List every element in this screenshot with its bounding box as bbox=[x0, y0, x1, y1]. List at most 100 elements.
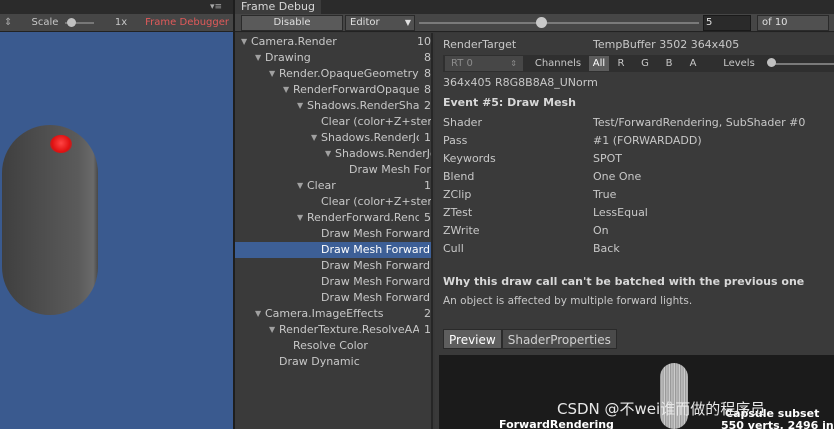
spot-light-highlight bbox=[50, 135, 72, 153]
tree-row[interactable]: Clear (color+Z+stencil) bbox=[235, 194, 431, 210]
tree-row-label: Resolve Color bbox=[293, 339, 368, 352]
tree-row-count: 8 bbox=[424, 83, 431, 96]
property-value: SPOT bbox=[593, 152, 622, 165]
property-key: Keywords bbox=[443, 152, 496, 165]
expand-arrow-icon[interactable]: ▼ bbox=[255, 306, 261, 322]
tree-row-count: 2 bbox=[424, 99, 431, 112]
tree-row[interactable]: ▼ Clear 1 bbox=[235, 178, 431, 194]
levels-label: Levels bbox=[723, 58, 755, 69]
tab-shader-properties[interactable]: ShaderProperties bbox=[501, 329, 617, 349]
tree-row-count: 1 bbox=[424, 131, 431, 144]
property-value: LessEqual bbox=[593, 206, 648, 219]
preview-stats: 550 verts, 2496 in bbox=[721, 419, 834, 429]
event-slider-handle[interactable] bbox=[536, 17, 547, 28]
event-number-field[interactable]: 5 bbox=[703, 15, 751, 31]
tree-row[interactable]: ▼ Shadows.RenderJobDir bbox=[235, 146, 431, 162]
tree-row[interactable]: Draw Mesh Forward bbox=[235, 162, 431, 178]
channel-g-button[interactable]: G bbox=[635, 56, 655, 71]
tree-row-label: Clear (color+Z+stencil) bbox=[321, 195, 431, 208]
tree-row[interactable]: ▼ Render.OpaqueGeometry 8 bbox=[235, 66, 431, 82]
expand-arrow-icon[interactable]: ▼ bbox=[325, 146, 331, 162]
tree-row[interactable]: Draw Mesh Forward bbox=[235, 258, 431, 274]
property-value: Back bbox=[593, 242, 620, 255]
resolution-dropdown[interactable]: ⇕ bbox=[0, 17, 27, 28]
frame-debug-tab[interactable]: Frame Debug bbox=[235, 0, 321, 14]
expand-arrow-icon[interactable]: ▼ bbox=[297, 178, 303, 194]
tree-row-label: Drawing bbox=[265, 51, 311, 64]
tree-row[interactable]: Clear (color+Z+stencil) bbox=[235, 114, 431, 130]
tree-row[interactable]: ▼ RenderForwardOpaque 8 bbox=[235, 82, 431, 98]
event-slider[interactable] bbox=[419, 22, 699, 24]
batch-break-reason: An object is affected by multiple forwar… bbox=[443, 295, 693, 307]
render-target-format: 364x405 R8G8B8A8_UNorm bbox=[443, 76, 598, 89]
tree-row[interactable]: ▼ RenderTexture.ResolveAA 1 bbox=[235, 322, 431, 338]
tree-row-label: RenderForward.RenderLoop bbox=[307, 211, 419, 224]
property-key: Shader bbox=[443, 116, 482, 129]
rt-dropdown-arrow-icon: ⇕ bbox=[510, 59, 517, 68]
tree-row-count: 1 bbox=[424, 179, 431, 192]
tree-row-label: RenderTexture.ResolveAA bbox=[279, 323, 419, 336]
scale-value: 1x bbox=[114, 17, 128, 28]
property-key: Blend bbox=[443, 170, 475, 183]
frame-debug-toolbar: Disable Editor ▼ 5 of 10 bbox=[235, 14, 834, 32]
tree-row-label: Draw Dynamic bbox=[279, 355, 360, 368]
property-key: ZClip bbox=[443, 188, 472, 201]
property-key: ZTest bbox=[443, 206, 473, 219]
tree-row[interactable]: ▼ Camera.ImageEffects 2 bbox=[235, 306, 431, 322]
levels-slider[interactable] bbox=[769, 63, 834, 65]
channel-a-button[interactable]: A bbox=[683, 56, 703, 71]
event-details-panel: RenderTarget TempBuffer 3502 364x405 RT … bbox=[435, 33, 834, 429]
property-key: Pass bbox=[443, 134, 468, 147]
frame-debugger-toggle[interactable]: Frame Debugger bbox=[141, 17, 233, 28]
channel-r-button[interactable]: R bbox=[611, 56, 631, 71]
disable-button[interactable]: Disable bbox=[241, 15, 343, 31]
tree-row[interactable]: Draw Dynamic bbox=[235, 354, 431, 370]
expand-arrow-icon[interactable]: ▼ bbox=[311, 130, 317, 146]
tree-row[interactable]: ▼ Shadows.RenderShadowmap 2 bbox=[235, 98, 431, 114]
scale-label: Scale bbox=[31, 17, 59, 28]
tree-row[interactable]: ▼ Camera.Render 10 bbox=[235, 34, 431, 50]
channels-label: Channels bbox=[534, 58, 582, 69]
menu-icon[interactable]: ▾≡ bbox=[210, 0, 222, 14]
tree-row[interactable]: Draw Mesh Forward bbox=[235, 242, 431, 258]
preview-pass-label: ForwardRendering bbox=[499, 418, 614, 429]
render-target-value: TempBuffer 3502 364x405 bbox=[593, 38, 740, 51]
target-dropdown-label: Editor bbox=[350, 17, 380, 28]
expand-arrow-icon[interactable]: ▼ bbox=[283, 82, 289, 98]
tree-row-label: Shadows.RenderJob bbox=[321, 131, 419, 144]
target-dropdown[interactable]: Editor ▼ bbox=[345, 15, 415, 31]
tree-row[interactable]: Draw Mesh Forward bbox=[235, 290, 431, 306]
game-view: ▾≡ ⇕ Scale 1x Frame Debugger bbox=[0, 0, 233, 429]
tree-row[interactable]: ▼ Shadows.RenderJob 1 bbox=[235, 130, 431, 146]
channel-b-button[interactable]: B bbox=[659, 56, 679, 71]
expand-arrow-icon[interactable]: ▼ bbox=[241, 34, 247, 50]
preview-capsule-mesh bbox=[660, 363, 688, 429]
tree-row-label: Draw Mesh Forward bbox=[321, 259, 430, 272]
levels-slider-handle[interactable] bbox=[767, 58, 776, 67]
tree-row-count: 5 bbox=[424, 211, 431, 224]
expand-arrow-icon[interactable]: ▼ bbox=[297, 98, 303, 114]
watermark: CSDN @不wei谁而做的程序员 bbox=[557, 400, 766, 418]
tree-row-label: Camera.Render bbox=[251, 35, 337, 48]
preview-tabs: Preview ShaderProperties bbox=[443, 329, 617, 349]
expand-arrow-icon[interactable]: ▼ bbox=[255, 50, 261, 66]
tree-row-label: Shadows.RenderShadowmap bbox=[307, 99, 419, 112]
expand-arrow-icon[interactable]: ▼ bbox=[269, 322, 275, 338]
property-value: One One bbox=[593, 170, 642, 183]
frame-debug-tab-bar: Frame Debug bbox=[235, 0, 834, 14]
tree-row[interactable]: ▼ RenderForward.RenderLoop 5 bbox=[235, 210, 431, 226]
tree-row[interactable]: ▼ Drawing 8 bbox=[235, 50, 431, 66]
tab-preview[interactable]: Preview bbox=[443, 329, 502, 349]
tree-row[interactable]: Draw Mesh Forward bbox=[235, 274, 431, 290]
expand-arrow-icon[interactable]: ▼ bbox=[269, 66, 275, 82]
render-target-label: RenderTarget bbox=[443, 38, 517, 51]
scale-slider[interactable] bbox=[65, 17, 94, 27]
tree-row-count: 10 bbox=[417, 35, 431, 48]
rt-dropdown[interactable]: RT 0 ⇕ bbox=[445, 56, 523, 71]
tree-row[interactable]: Resolve Color bbox=[235, 338, 431, 354]
tree-row[interactable]: Draw Mesh Forward bbox=[235, 226, 431, 242]
tree-row-label: Draw Mesh Forward bbox=[321, 243, 430, 256]
batch-break-title: Why this draw call can't be batched with… bbox=[443, 275, 805, 288]
channel-all-button[interactable]: All bbox=[589, 56, 609, 71]
expand-arrow-icon[interactable]: ▼ bbox=[297, 210, 303, 226]
